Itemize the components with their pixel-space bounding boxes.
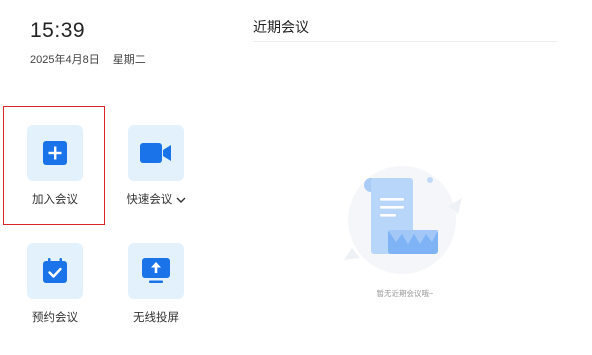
weekday-text: 星期二 — [112, 54, 146, 66]
video-camera-icon — [140, 142, 172, 164]
current-date: 2025年4月8日 星期二 — [30, 51, 146, 67]
quick-meeting-text: 快速会议 — [126, 194, 173, 206]
current-time: 15:39 — [30, 19, 86, 42]
date-text: 2025年4月8日 — [30, 54, 100, 66]
plus-icon — [43, 141, 67, 165]
recent-meetings-title: 近期会议 — [253, 19, 309, 35]
schedule-meeting-button[interactable] — [27, 243, 83, 299]
section-divider — [253, 41, 557, 42]
screen-share-icon — [142, 258, 170, 284]
chevron-down-icon[interactable] — [176, 194, 186, 206]
join-meeting-button[interactable] — [27, 125, 83, 181]
screen-share-button[interactable] — [128, 243, 184, 299]
empty-illustration — [340, 164, 470, 276]
screen-share-label: 无线投屏 — [133, 312, 179, 324]
empty-meetings-text: 暂无近期会议哦~ — [376, 289, 434, 298]
join-meeting-label: 加入会议 — [32, 194, 78, 206]
quick-meeting-label[interactable]: 快速会议 — [111, 191, 201, 207]
schedule-meeting-label: 预约会议 — [32, 312, 78, 324]
calendar-check-icon — [42, 258, 68, 284]
quick-meeting-button[interactable] — [128, 125, 184, 181]
